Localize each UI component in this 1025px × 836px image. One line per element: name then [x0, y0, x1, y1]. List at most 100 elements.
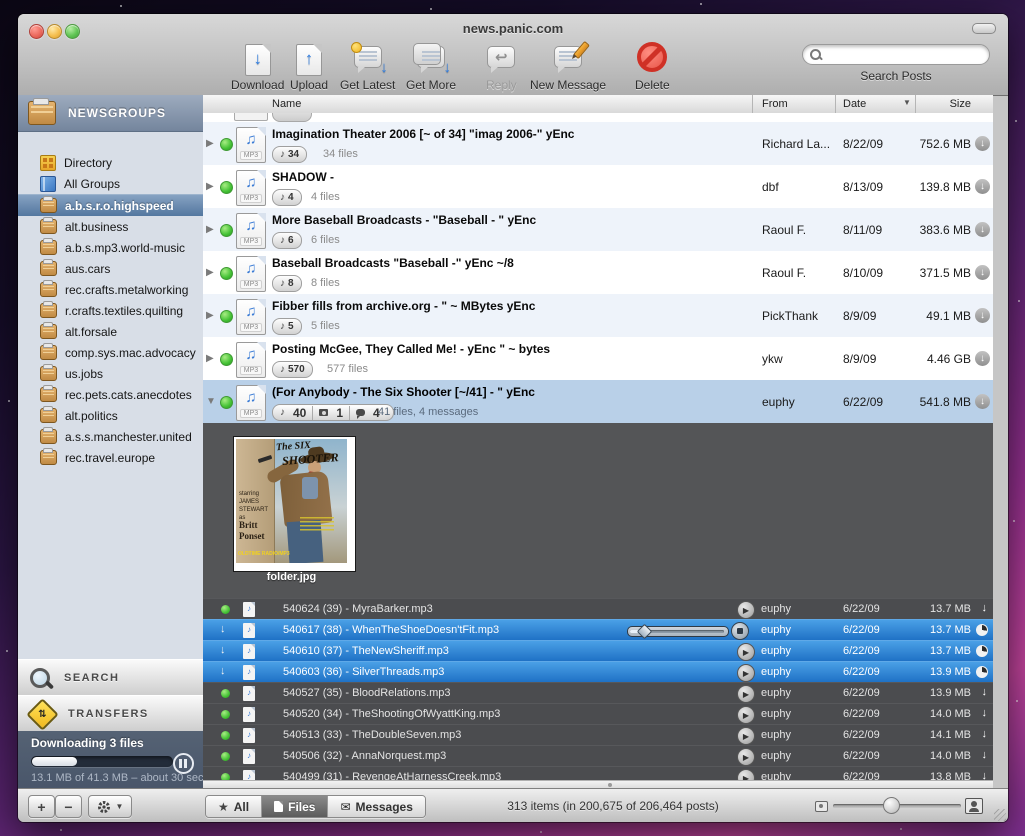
- file-row-selected[interactable]: ↓ 540610 (37) - TheNewSheriff.mp3 ▶ euph…: [203, 640, 993, 662]
- stop-button[interactable]: [731, 622, 749, 640]
- sidebar-item-group[interactable]: rec.travel.europe: [18, 447, 203, 468]
- play-button[interactable]: ▶: [737, 643, 755, 661]
- newsgroup-icon: [40, 324, 57, 339]
- file-row[interactable]: 540624 (39) - MyraBarker.mp3 ▶ euphy 6/2…: [203, 598, 993, 620]
- toolbar-toggle-button[interactable]: [972, 23, 996, 34]
- file-row-partial[interactable]: 540499 (31) - RevengeAtHarnessCreek.mp3 …: [203, 766, 993, 781]
- disclosure-right-icon[interactable]: ▶: [206, 224, 214, 235]
- sidebar-item-group[interactable]: us.jobs: [18, 363, 203, 384]
- column-header-name[interactable]: Name: [272, 98, 301, 110]
- get-more-button[interactable]: ↓ Get More: [406, 40, 456, 92]
- download-file-icon[interactable]: ↓: [982, 728, 988, 740]
- file-row-selected[interactable]: ↓ 540603 (36) - SilverThreads.mp3 ▶ euph…: [203, 661, 993, 683]
- download-group-button[interactable]: ↓: [975, 136, 990, 151]
- download-group-button[interactable]: ↓: [975, 222, 990, 237]
- play-button[interactable]: ▶: [737, 748, 755, 766]
- resize-grip[interactable]: [994, 809, 1006, 821]
- play-button[interactable]: ▶: [737, 706, 755, 724]
- group-row[interactable]: ▶ ♫MP3 Posting McGee, They Called Me! - …: [203, 337, 993, 380]
- attachment-thumbnail[interactable]: The SIX SHOOTER starring JAMES STEWART a…: [233, 436, 356, 572]
- sidebar-item-group[interactable]: rec.crafts.metalworking: [18, 279, 203, 300]
- column-header-from[interactable]: From: [762, 98, 788, 110]
- group-row[interactable]: ▶ ♫MP3 Baseball Broadcasts "Baseball -" …: [203, 251, 993, 294]
- sidebar-item-group[interactable]: a.b.s.mp3.world-music: [18, 237, 203, 258]
- newsgroup-icon: [40, 240, 57, 255]
- group-row[interactable]: ▶ ♫MP3 More Baseball Broadcasts - "Baseb…: [203, 208, 993, 251]
- column-header-date[interactable]: Date: [843, 98, 866, 110]
- sidebar-item-group[interactable]: alt.forsale: [18, 321, 203, 342]
- play-button[interactable]: ▶: [737, 601, 755, 619]
- sidebar-item-group[interactable]: aus.cars: [18, 258, 203, 279]
- star-icon: ★: [218, 800, 229, 814]
- download-group-button[interactable]: ↓: [975, 351, 990, 366]
- filter-segmented-control: ★ All Files ✉ Messages: [205, 795, 426, 818]
- download-group-button[interactable]: ↓: [975, 308, 990, 323]
- disclosure-right-icon[interactable]: ▶: [206, 267, 214, 278]
- search-input[interactable]: [802, 44, 990, 65]
- file-row[interactable]: 540527 (35) - BloodRelations.mp3 ▶ euphy…: [203, 682, 993, 704]
- search-posts-label: Search Posts: [802, 69, 990, 83]
- disclosure-right-icon[interactable]: ▶: [206, 310, 214, 321]
- download-file-icon[interactable]: ↓: [982, 749, 988, 761]
- reply-button[interactable]: ↩ Reply: [486, 40, 517, 92]
- segment-messages[interactable]: ✉ Messages: [327, 796, 424, 817]
- horizontal-scrollbar[interactable]: [203, 780, 993, 788]
- newsgroup-icon: [40, 198, 57, 213]
- sidebar-item-all-groups[interactable]: All Groups: [18, 173, 203, 194]
- file-row[interactable]: 540506 (32) - AnnaNorquest.mp3 ▶ euphy 6…: [203, 745, 993, 767]
- download-group-button[interactable]: ↓: [975, 265, 990, 280]
- app-window: news.panic.com ↓ Download ↑ Upload ↓ Get…: [18, 14, 1008, 822]
- segment-all[interactable]: ★ All: [206, 796, 261, 817]
- sidebar-item-group-selected[interactable]: a.b.s.r.o.highspeed: [18, 194, 203, 216]
- download-group-button[interactable]: ↓: [975, 179, 990, 194]
- column-header-size[interactable]: Size: [950, 98, 971, 110]
- mp3-document-icon: ♫MP3: [236, 342, 266, 378]
- group-row[interactable]: ▶ ♫MP3 Fibber fills from archive.org - "…: [203, 294, 993, 337]
- mp3-document-icon: ♫MP3: [236, 385, 266, 421]
- download-file-icon[interactable]: ↓: [982, 707, 988, 719]
- file-row[interactable]: 540513 (33) - TheDoubleSeven.mp3 ▶ euphy…: [203, 724, 993, 746]
- play-button[interactable]: ▶: [737, 664, 755, 682]
- new-message-button[interactable]: New Message: [530, 40, 606, 92]
- search-section-header[interactable]: SEARCH: [18, 659, 203, 697]
- group-row[interactable]: ▶ ♫MP3 SHADOW - ♪4 4 files dbf 8/13/09 1…: [203, 165, 993, 208]
- sidebar-item-group[interactable]: comp.sys.mac.advocacy: [18, 342, 203, 363]
- disclosure-right-icon[interactable]: ▶: [206, 138, 214, 149]
- segment-files[interactable]: Files: [261, 796, 327, 817]
- download-button[interactable]: ↓ Download: [231, 40, 284, 92]
- download-file-icon[interactable]: ↓: [982, 686, 988, 698]
- group-row-selected[interactable]: ▼ ♫MP3 (For Anybody - The Six Shooter [~…: [203, 380, 993, 423]
- action-menu-button[interactable]: ▼: [88, 795, 132, 818]
- transfers-progress-bar: [31, 756, 173, 767]
- sidebar-item-directory[interactable]: Directory: [18, 152, 203, 173]
- disclosure-down-icon[interactable]: ▼: [206, 396, 216, 407]
- play-button[interactable]: ▶: [737, 727, 755, 745]
- disclosure-right-icon[interactable]: ▶: [206, 181, 214, 192]
- get-latest-button[interactable]: ↓ Get Latest: [340, 40, 395, 92]
- playback-progress-slider[interactable]: [627, 626, 729, 637]
- download-group-button[interactable]: ↓: [975, 394, 990, 409]
- sidebar-item-group[interactable]: rec.pets.cats.anecdotes: [18, 384, 203, 405]
- file-row-downloading[interactable]: ↓ 540617 (38) - WhenTheShoeDoesn'tFit.mp…: [203, 619, 993, 641]
- small-image-icon[interactable]: [815, 801, 828, 812]
- play-button[interactable]: ▶: [737, 685, 755, 703]
- sidebar-item-group[interactable]: a.s.s.manchester.united: [18, 426, 203, 447]
- newsgroups-crate-icon: [28, 101, 56, 125]
- pause-transfers-button[interactable]: [173, 753, 194, 774]
- file-count-badge: ♪8: [272, 275, 302, 292]
- slider-thumb[interactable]: [883, 797, 900, 814]
- disclosure-right-icon[interactable]: ▶: [206, 353, 214, 364]
- group-row[interactable]: ▶ ♫MP3 Imagination Theater 2006 [~ of 34…: [203, 122, 993, 165]
- transfers-section-header[interactable]: ⇅ TRANSFERS: [18, 695, 203, 733]
- download-file-icon[interactable]: ↓: [982, 602, 988, 614]
- upload-button[interactable]: ↑ Upload: [290, 40, 328, 92]
- add-group-button[interactable]: +: [28, 795, 55, 818]
- get-latest-icon: ↓: [354, 46, 382, 68]
- delete-button[interactable]: Delete: [635, 40, 670, 92]
- large-image-icon[interactable]: [965, 798, 983, 814]
- file-row[interactable]: 540520 (34) - TheShootingOfWyattKing.mp3…: [203, 703, 993, 725]
- sidebar-item-group[interactable]: alt.business: [18, 216, 203, 237]
- sidebar-item-group[interactable]: alt.politics: [18, 405, 203, 426]
- remove-group-button[interactable]: −: [55, 795, 82, 818]
- sidebar-item-group[interactable]: r.crafts.textiles.quilting: [18, 300, 203, 321]
